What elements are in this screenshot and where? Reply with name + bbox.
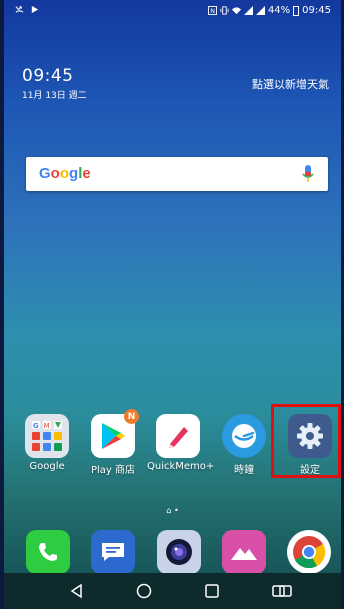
signal-2-icon <box>255 6 265 15</box>
app-label: 時鐘 <box>234 465 254 476</box>
phone-icon[interactable] <box>26 530 70 574</box>
missed-call-icon <box>15 6 24 13</box>
play-store-icon: N <box>91 409 139 458</box>
weather-hint[interactable]: 點選以新增天氣 <box>252 76 329 92</box>
page-dot: • <box>173 506 179 515</box>
recents-icon[interactable] <box>203 582 221 600</box>
clock-icon <box>222 414 266 458</box>
status-time: 09:45 <box>302 5 331 16</box>
notification-badge: N <box>124 409 139 424</box>
home-page-icon: ⌂ <box>166 506 172 515</box>
svg-text:G: G <box>33 422 39 430</box>
google-search-bar[interactable]: Google <box>26 157 328 191</box>
wifi-icon <box>231 7 241 15</box>
gallery-icon[interactable] <box>222 530 266 574</box>
navigation-bar <box>4 573 341 609</box>
signal-icon <box>243 6 253 15</box>
google-logo: Google <box>39 165 91 182</box>
svg-text:M: M <box>44 422 50 430</box>
clock-date: 11月 13日 週二 <box>22 91 87 101</box>
quickmemo-icon <box>156 414 200 458</box>
dual-window-icon[interactable] <box>271 582 293 600</box>
back-icon[interactable] <box>68 582 86 600</box>
dock <box>4 526 341 574</box>
svg-text:N: N <box>210 8 215 15</box>
google-folder-icon: G M <box>25 414 69 458</box>
app-label: Google <box>29 461 65 472</box>
settings-highlight-box <box>271 404 341 478</box>
app-clock[interactable]: 時鐘 <box>213 414 275 476</box>
page-indicator[interactable]: ⌂ • <box>4 506 341 515</box>
clock-time[interactable]: 09:45 <box>22 66 74 86</box>
play-notification-icon <box>31 5 39 14</box>
microphone-icon[interactable] <box>302 165 314 183</box>
status-bar: N 44% 09:45 <box>4 0 341 22</box>
vibrate-icon <box>220 6 229 15</box>
app-google-folder[interactable]: G M Google <box>16 414 78 472</box>
battery-percent: 44% <box>267 5 291 16</box>
messages-icon[interactable] <box>91 530 135 574</box>
app-play-store[interactable]: N Play 商店 <box>82 409 144 476</box>
home-screen: N 44% 09:45 09:45 11月 13日 週二 點選以新增天氣 Goo… <box>4 0 341 609</box>
battery-icon <box>293 5 300 16</box>
app-label: QuickMemo+ <box>147 461 215 472</box>
camera-icon[interactable] <box>157 530 201 574</box>
app-quickmemo[interactable]: QuickMemo+ <box>147 414 215 472</box>
nfc-icon: N <box>207 6 217 15</box>
app-label: Play 商店 <box>90 465 136 476</box>
chrome-icon[interactable] <box>287 530 331 574</box>
home-icon[interactable] <box>135 582 153 600</box>
